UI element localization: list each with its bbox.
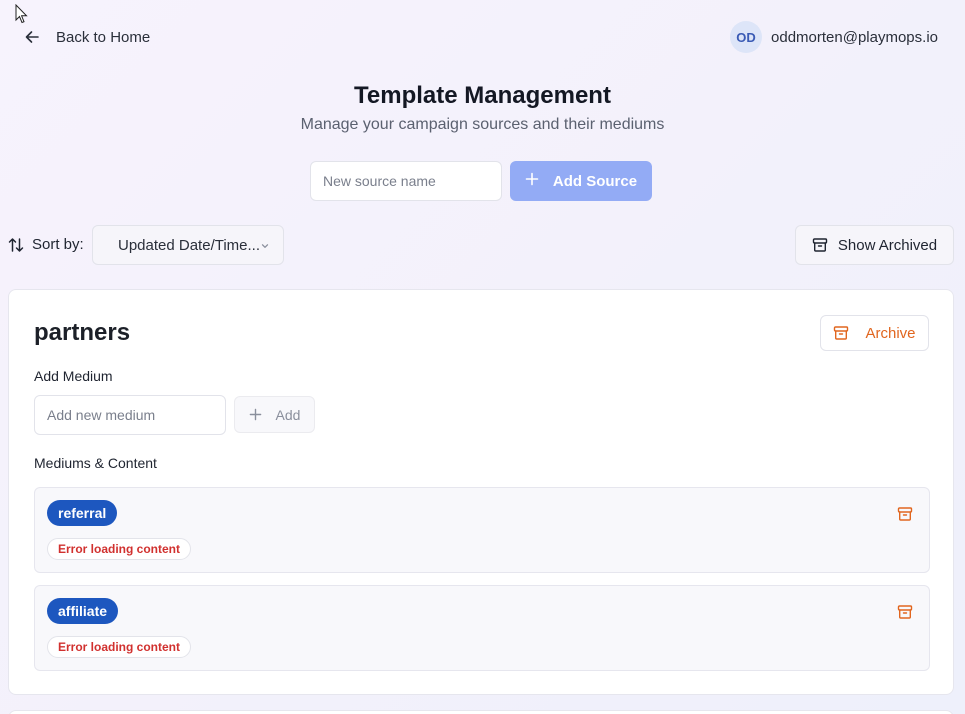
medium-pill: affiliate — [47, 598, 119, 624]
new-source-input[interactable] — [310, 161, 502, 201]
back-to-home-link[interactable]: Back to Home — [24, 27, 150, 47]
top-bar: Back to Home OD oddmorten@playmops.io — [0, 0, 965, 74]
sort-toolbar: Sort by: Updated Date/Time... Show Archi… — [8, 225, 954, 265]
archive-source-label: Archive — [865, 324, 916, 342]
add-medium-button[interactable]: Add — [234, 396, 315, 433]
chevron-down-icon — [261, 244, 269, 248]
sort-label: Sort by: — [32, 236, 84, 253]
archive-box-icon — [834, 326, 849, 340]
archive-box-icon[interactable] — [897, 506, 913, 522]
add-source-label: Add Source — [552, 172, 638, 190]
show-archived-button[interactable]: Show Archived — [795, 225, 954, 265]
user-menu[interactable]: OD oddmorten@playmops.io — [730, 21, 938, 53]
user-email: oddmorten@playmops.io — [771, 28, 938, 46]
add-medium-label: Add — [275, 406, 301, 423]
sort-select[interactable]: Updated Date/Time... — [92, 225, 284, 265]
archive-box-icon — [812, 238, 828, 252]
page-subtitle: Manage your campaign sources and their m… — [300, 116, 665, 133]
sort-selected-value: Updated Date/Time... — [118, 236, 261, 254]
add-source-button[interactable]: Add Source — [510, 161, 652, 201]
add-medium-heading: Add Medium — [34, 368, 113, 384]
new-medium-input[interactable] — [34, 395, 226, 435]
page-title: Template Management — [354, 82, 611, 109]
avatar: OD — [730, 21, 763, 53]
plus-icon — [525, 172, 539, 190]
archive-source-button[interactable]: Archive — [820, 315, 929, 351]
medium-row: affiliate Error loading content — [34, 585, 930, 671]
medium-row: referral Error loading content — [34, 487, 930, 573]
medium-pill: referral — [47, 500, 118, 526]
error-status-badge: Error loading content — [47, 636, 192, 658]
show-archived-label: Show Archived — [837, 236, 938, 254]
source-name: partners — [34, 319, 131, 346]
sort-arrows-icon — [8, 238, 24, 252]
mediums-heading: Mediums & Content — [34, 455, 157, 471]
next-source-card — [8, 710, 954, 714]
error-status-badge: Error loading content — [47, 538, 192, 560]
plus-icon — [249, 408, 261, 421]
source-card: partners Archive Add Medium Add Mediums … — [8, 289, 954, 695]
back-to-home-label: Back to Home — [56, 28, 151, 46]
archive-box-icon[interactable] — [897, 604, 913, 620]
arrow-left-icon — [24, 29, 40, 45]
